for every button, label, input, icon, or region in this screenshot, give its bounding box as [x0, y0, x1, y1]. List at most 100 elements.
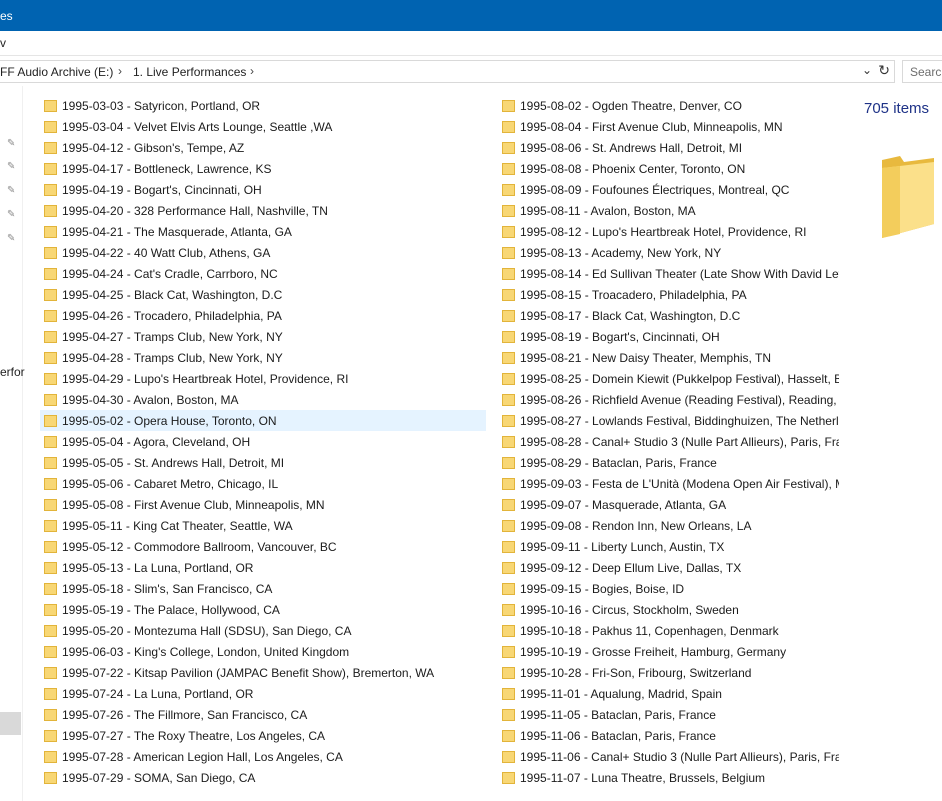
search-box[interactable]: Search: [902, 60, 942, 83]
folder-list-item[interactable]: 1995-08-08 - Phoenix Center, Toronto, ON: [498, 158, 839, 179]
folder-list-item[interactable]: 1995-07-22 - Kitsap Pavilion (JAMPAC Ben…: [40, 662, 486, 683]
nav-item-live-performances[interactable]: erfor: [0, 365, 25, 379]
folder-list-item[interactable]: 1995-04-17 - Bottleneck, Lawrence, KS: [40, 158, 486, 179]
folder-list-item[interactable]: 1995-04-25 - Black Cat, Washington, D.C: [40, 284, 486, 305]
folder-list-item[interactable]: 1995-04-26 - Trocadero, Philadelphia, PA: [40, 305, 486, 326]
folder-list-item[interactable]: 1995-08-04 - First Avenue Club, Minneapo…: [498, 116, 839, 137]
folder-list-item[interactable]: 1995-03-03 - Satyricon, Portland, OR: [40, 95, 486, 116]
folder-list-item[interactable]: 1995-04-30 - Avalon, Boston, MA: [40, 389, 486, 410]
folder-icon: [502, 603, 515, 616]
folder-list-item[interactable]: 1995-04-19 - Bogart's, Cincinnati, OH: [40, 179, 486, 200]
folder-name: 1995-04-20 - 328 Performance Hall, Nashv…: [62, 203, 328, 218]
folder-list-item[interactable]: 1995-08-26 - Richfield Avenue (Reading F…: [498, 389, 839, 410]
folder-list-item[interactable]: 1995-09-11 - Liberty Lunch, Austin, TX: [498, 536, 839, 557]
folder-list-item[interactable]: 1995-08-13 - Academy, New York, NY: [498, 242, 839, 263]
folder-icon: [502, 498, 515, 511]
pin-icon[interactable]: ✎: [7, 209, 15, 220]
folder-list-item[interactable]: 1995-07-24 - La Luna, Portland, OR: [40, 683, 486, 704]
folder-list-item[interactable]: 1995-07-28 - American Legion Hall, Los A…: [40, 746, 486, 767]
folder-name: 1995-04-21 - The Masquerade, Atlanta, GA: [62, 224, 292, 239]
folder-list-item[interactable]: 1995-08-21 - New Daisy Theater, Memphis,…: [498, 347, 839, 368]
folder-icon: [502, 393, 515, 406]
folder-list-item[interactable]: 1995-07-26 - The Fillmore, San Francisco…: [40, 704, 486, 725]
folder-list-item[interactable]: 1995-08-14 - Ed Sullivan Theater (Late S…: [498, 263, 839, 284]
folder-name: 1995-11-06 - Bataclan, Paris, France: [520, 728, 716, 743]
folder-list-item[interactable]: 1995-04-22 - 40 Watt Club, Athens, GA: [40, 242, 486, 263]
folder-name: 1995-08-29 - Bataclan, Paris, France: [520, 455, 717, 470]
folder-list-item[interactable]: 1995-11-01 - Aqualung, Madrid, Spain: [498, 683, 839, 704]
folder-icon: [502, 645, 515, 658]
folder-list-item[interactable]: 1995-10-19 - Grosse Freiheit, Hamburg, G…: [498, 641, 839, 662]
folder-list-item[interactable]: 1995-04-12 - Gibson's, Tempe, AZ: [40, 137, 486, 158]
folder-list-item[interactable]: 1995-04-21 - The Masquerade, Atlanta, GA: [40, 221, 486, 242]
folder-name: 1995-04-25 - Black Cat, Washington, D.C: [62, 287, 283, 302]
folder-list-item[interactable]: 1995-05-05 - St. Andrews Hall, Detroit, …: [40, 452, 486, 473]
pin-icon[interactable]: ✎: [7, 233, 15, 244]
folder-list-item[interactable]: 1995-10-16 - Circus, Stockholm, Sweden: [498, 599, 839, 620]
folder-list-item[interactable]: 1995-08-02 - Ogden Theatre, Denver, CO: [498, 95, 839, 116]
folder-list-item[interactable]: 1995-11-06 - Bataclan, Paris, France: [498, 725, 839, 746]
chevron-down-icon[interactable]: ⌄: [862, 63, 872, 77]
folder-icon: [44, 183, 57, 196]
folder-list-item[interactable]: 1995-11-07 - Luna Theatre, Brussels, Bel…: [498, 767, 839, 788]
folder-list-item[interactable]: 1995-09-08 - Rendon Inn, New Orleans, LA: [498, 515, 839, 536]
pin-icon[interactable]: ✎: [7, 185, 15, 196]
folder-list-item[interactable]: 1995-08-11 - Avalon, Boston, MA: [498, 200, 839, 221]
folder-name: 1995-05-20 - Montezuma Hall (SDSU), San …: [62, 623, 352, 638]
pin-icon[interactable]: ✎: [7, 161, 15, 172]
folder-icon: [502, 477, 515, 490]
folder-list-item[interactable]: 1995-05-13 - La Luna, Portland, OR: [40, 557, 486, 578]
folder-list-item[interactable]: 1995-05-06 - Cabaret Metro, Chicago, IL: [40, 473, 486, 494]
folder-list-item[interactable]: 1995-08-25 - Domein Kiewit (Pukkelpop Fe…: [498, 368, 839, 389]
folder-list-item[interactable]: 1995-09-07 - Masquerade, Atlanta, GA: [498, 494, 839, 515]
folder-list-item[interactable]: 1995-08-06 - St. Andrews Hall, Detroit, …: [498, 137, 839, 158]
folder-list-item[interactable]: 1995-08-12 - Lupo's Heartbreak Hotel, Pr…: [498, 221, 839, 242]
ribbon-tab-view[interactable]: v: [0, 36, 6, 50]
folder-list-item[interactable]: 1995-11-05 - Bataclan, Paris, France: [498, 704, 839, 725]
folder-list-item[interactable]: 1995-09-12 - Deep Ellum Live, Dallas, TX: [498, 557, 839, 578]
folder-list-item[interactable]: 1995-08-29 - Bataclan, Paris, France: [498, 452, 839, 473]
chevron-right-icon[interactable]: ›: [250, 64, 254, 78]
folder-list-item[interactable]: 1995-05-18 - Slim's, San Francisco, CA: [40, 578, 486, 599]
nav-item-selected[interactable]: [0, 712, 21, 735]
folder-list-item[interactable]: 1995-04-29 - Lupo's Heartbreak Hotel, Pr…: [40, 368, 486, 389]
folder-icon: [44, 750, 57, 763]
folder-list-item[interactable]: 1995-05-11 - King Cat Theater, Seattle, …: [40, 515, 486, 536]
folder-list-item[interactable]: 1995-09-15 - Bogies, Boise, ID: [498, 578, 839, 599]
folder-list-item[interactable]: 1995-03-04 - Velvet Elvis Arts Lounge, S…: [40, 116, 486, 137]
folder-list-item[interactable]: 1995-04-28 - Tramps Club, New York, NY: [40, 347, 486, 368]
folder-icon: [502, 351, 515, 364]
folder-list-item[interactable]: 1995-04-20 - 328 Performance Hall, Nashv…: [40, 200, 486, 221]
folder-list-item[interactable]: 1995-08-15 - Troacadero, Philadelphia, P…: [498, 284, 839, 305]
folder-list-item[interactable]: 1995-08-17 - Black Cat, Washington, D.C: [498, 305, 839, 326]
chevron-right-icon[interactable]: ›: [118, 64, 122, 78]
folder-list-item[interactable]: 1995-10-28 - Fri-Son, Fribourg, Switzerl…: [498, 662, 839, 683]
folder-list-item[interactable]: 1995-08-19 - Bogart's, Cincinnati, OH: [498, 326, 839, 347]
breadcrumb-folder[interactable]: 1. Live Performances: [133, 65, 246, 79]
folder-list-item[interactable]: 1995-08-27 - Lowlands Festival, Biddingh…: [498, 410, 839, 431]
folder-list-item[interactable]: 1995-07-27 - The Roxy Theatre, Los Angel…: [40, 725, 486, 746]
folder-list-item[interactable]: 1995-05-04 - Agora, Cleveland, OH: [40, 431, 486, 452]
search-input[interactable]: Search: [910, 65, 942, 79]
folder-list-item[interactable]: 1995-08-28 - Canal+ Studio 3 (Nulle Part…: [498, 431, 839, 452]
folder-list-item[interactable]: 1995-10-18 - Pakhus 11, Copenhagen, Denm…: [498, 620, 839, 641]
folder-list-item[interactable]: 1995-05-02 - Opera House, Toronto, ON: [40, 410, 486, 431]
folder-list-item[interactable]: 1995-05-19 - The Palace, Hollywood, CA: [40, 599, 486, 620]
folder-list-item[interactable]: 1995-08-09 - Foufounes Électriques, Mont…: [498, 179, 839, 200]
folder-list-item[interactable]: 1995-09-03 - Festa de L'Unità (Modena Op…: [498, 473, 839, 494]
folder-list-item[interactable]: 1995-05-08 - First Avenue Club, Minneapo…: [40, 494, 486, 515]
refresh-icon[interactable]: ↻: [878, 62, 890, 79]
folder-name: 1995-04-28 - Tramps Club, New York, NY: [62, 350, 283, 365]
folder-list-item[interactable]: 1995-05-12 - Commodore Ballroom, Vancouv…: [40, 536, 486, 557]
folder-list-item[interactable]: 1995-06-03 - King's College, London, Uni…: [40, 641, 486, 662]
folder-icon: [44, 666, 57, 679]
address-bar[interactable]: FF Audio Archive (E:) › 1. Live Performa…: [0, 60, 895, 83]
folder-list-item[interactable]: 1995-04-27 - Tramps Club, New York, NY: [40, 326, 486, 347]
folder-list-item[interactable]: 1995-07-29 - SOMA, San Diego, CA: [40, 767, 486, 788]
title-bar: es: [0, 0, 942, 31]
breadcrumb-drive[interactable]: FF Audio Archive (E:): [0, 65, 113, 79]
pin-icon[interactable]: ✎: [7, 138, 15, 149]
folder-list-item[interactable]: 1995-11-06 - Canal+ Studio 3 (Nulle Part…: [498, 746, 839, 767]
folder-list-item[interactable]: 1995-04-24 - Cat's Cradle, Carrboro, NC: [40, 263, 486, 284]
folder-list-item[interactable]: 1995-05-20 - Montezuma Hall (SDSU), San …: [40, 620, 486, 641]
